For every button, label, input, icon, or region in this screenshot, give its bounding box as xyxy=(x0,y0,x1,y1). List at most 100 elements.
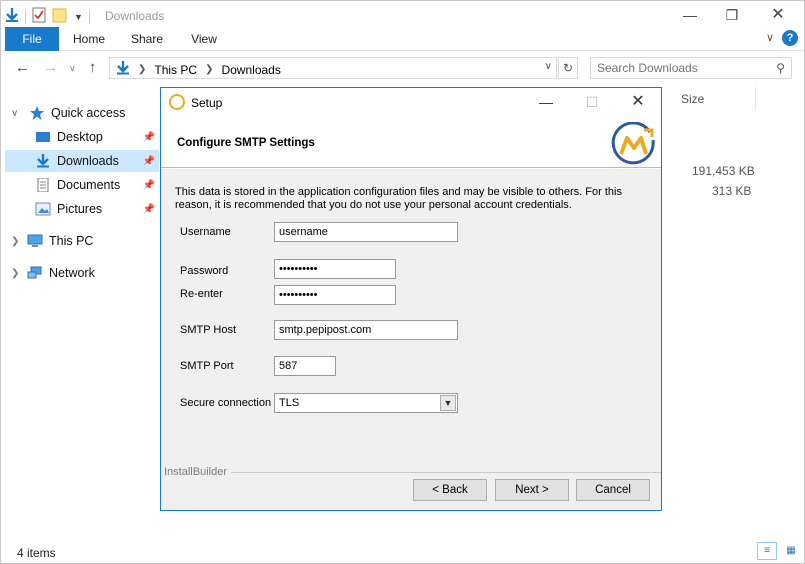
forward-arrow-icon[interactable]: → xyxy=(43,59,58,76)
address-bar[interactable]: ❯ This PC ❯ Downloads ∨ xyxy=(109,57,557,79)
secure-connection-label: Secure connection xyxy=(180,397,272,409)
sidebar-item-label: Quick access xyxy=(51,106,126,120)
details-view-icon[interactable]: ≡ xyxy=(757,542,777,560)
view-toggle: ≡ ▦ xyxy=(757,542,801,560)
search-icon[interactable]: ⚲ xyxy=(776,61,785,75)
help-icon[interactable]: ? xyxy=(782,30,798,46)
sidebar-item-network[interactable]: Network xyxy=(27,262,157,284)
mautic-logo-icon xyxy=(610,121,658,168)
breadcrumb-separator: ❯ xyxy=(138,64,147,75)
address-row: ← → ∨ ↑ ❯ This PC ❯ Downloads ∨ ↻ ⚲ xyxy=(1,53,804,83)
sidebar-item-pictures[interactable]: Pictures 📌 xyxy=(35,198,159,220)
app-logo-icon xyxy=(169,94,185,110)
customize-toolbar-icon[interactable]: ▼ xyxy=(74,12,83,22)
documents-icon xyxy=(35,177,51,193)
toolbar-divider xyxy=(25,9,26,24)
breadcrumb-this-pc[interactable]: This PC xyxy=(154,63,197,77)
star-icon xyxy=(29,106,45,120)
tab-view[interactable]: View xyxy=(181,27,227,51)
pin-icon[interactable]: 📌 xyxy=(143,204,155,215)
username-label: Username xyxy=(180,226,231,238)
sidebar-item-label: Downloads xyxy=(57,154,119,168)
sidebar-item-label: Network xyxy=(49,266,95,280)
tab-file[interactable]: File xyxy=(5,27,59,51)
minimize-button[interactable]: — xyxy=(675,5,705,25)
pictures-icon xyxy=(35,202,51,216)
explorer-titlebar: ▼ Downloads — ❐ ✕ xyxy=(1,1,804,29)
setup-dialog: Setup — ☐ ✕ Configure SMTP Settings This… xyxy=(160,87,662,511)
sidebar-item-this-pc[interactable]: This PC xyxy=(27,230,157,252)
footer-divider xyxy=(231,472,661,473)
dialog-body: This data is stored in the application c… xyxy=(161,169,661,510)
sidebar-item-downloads[interactable]: Downloads 📌 xyxy=(5,150,159,172)
smtp-host-label: SMTP Host xyxy=(180,324,237,336)
new-folder-icon[interactable] xyxy=(52,7,68,26)
file-size-value: 313 KB xyxy=(712,184,752,198)
column-divider[interactable] xyxy=(755,87,756,109)
column-header-size[interactable]: Size xyxy=(681,92,704,106)
tab-share[interactable]: Share xyxy=(123,27,171,51)
chevron-down-icon[interactable]: ▼ xyxy=(440,395,456,411)
smtp-host-field[interactable] xyxy=(274,320,458,340)
downloads-location-icon xyxy=(116,61,130,78)
sidebar-item-documents[interactable]: Documents 📌 xyxy=(35,174,159,196)
pin-icon[interactable]: 📌 xyxy=(143,180,155,191)
dialog-minimize-button[interactable]: — xyxy=(531,92,561,112)
page-title: Configure SMTP Settings xyxy=(177,137,315,149)
pin-icon[interactable]: 📌 xyxy=(143,156,155,167)
recent-locations-icon[interactable]: ∨ xyxy=(69,63,76,74)
toolbar-divider xyxy=(88,9,90,24)
up-arrow-icon[interactable]: ↑ xyxy=(89,59,97,76)
ribbon-tabs: File Home Share View ∨ ? xyxy=(1,27,804,51)
breadcrumb-separator: ❯ xyxy=(205,64,214,75)
search-box[interactable]: ⚲ xyxy=(590,57,792,79)
breadcrumb-downloads[interactable]: Downloads xyxy=(221,63,280,77)
privacy-notice: This data is stored in the application c… xyxy=(175,186,622,211)
username-field[interactable] xyxy=(274,222,458,242)
address-dropdown-icon[interactable]: ∨ xyxy=(545,61,552,72)
expand-chevron-icon[interactable]: ❯ xyxy=(11,236,19,247)
download-arrow-icon[interactable] xyxy=(5,7,19,26)
computer-icon xyxy=(27,234,43,248)
sidebar-item-label: Pictures xyxy=(57,202,103,216)
quick-access-toolbar: ▼ xyxy=(5,7,90,26)
next-button[interactable]: Next > xyxy=(495,479,569,501)
search-input[interactable] xyxy=(597,61,767,75)
installbuilder-brand: InstallBuilder xyxy=(164,466,227,478)
dialog-close-button[interactable]: ✕ xyxy=(623,92,653,112)
maximize-button[interactable]: ❐ xyxy=(717,5,747,25)
dialog-title: Setup xyxy=(191,96,223,110)
smtp-port-label: SMTP Port xyxy=(180,360,234,372)
dialog-header: Configure SMTP Settings xyxy=(161,116,661,168)
dialog-titlebar: Setup — ☐ ✕ xyxy=(161,88,661,116)
refresh-icon[interactable]: ↻ xyxy=(558,57,578,79)
desktop-icon xyxy=(35,130,51,144)
sidebar-item-desktop[interactable]: Desktop 📌 xyxy=(35,126,159,148)
sidebar-item-label: Desktop xyxy=(57,130,103,144)
sidebar-item-quick-access[interactable]: Quick access xyxy=(29,102,159,124)
downloads-icon xyxy=(35,154,51,168)
back-button[interactable]: < Back xyxy=(413,479,487,501)
reenter-label: Re-enter xyxy=(180,288,223,300)
back-arrow-icon[interactable]: ← xyxy=(15,59,30,76)
password-field[interactable] xyxy=(274,259,396,279)
window-title: Downloads xyxy=(105,9,165,23)
sidebar-item-label: This PC xyxy=(49,234,94,248)
network-icon xyxy=(27,266,43,280)
smtp-port-field[interactable] xyxy=(274,356,336,376)
tab-home[interactable]: Home xyxy=(65,27,113,51)
cancel-button[interactable]: Cancel xyxy=(576,479,650,501)
expand-ribbon-icon[interactable]: ∨ xyxy=(766,31,774,44)
collapse-chevron-icon[interactable]: ∨ xyxy=(11,108,18,119)
large-icons-view-icon[interactable]: ▦ xyxy=(781,542,801,560)
status-item-count: 4 items xyxy=(17,546,56,560)
pin-icon[interactable]: 📌 xyxy=(143,132,155,143)
expand-chevron-icon[interactable]: ❯ xyxy=(11,268,19,279)
breadcrumb: ❯ This PC ❯ Downloads xyxy=(116,61,281,78)
file-size-value: 191,453 KB xyxy=(692,164,755,178)
properties-icon[interactable] xyxy=(32,7,46,26)
close-button[interactable]: ✕ xyxy=(763,5,793,25)
secure-connection-select[interactable]: TLS ▼ xyxy=(274,393,458,413)
reenter-password-field[interactable] xyxy=(274,285,396,305)
dialog-maximize-button[interactable]: ☐ xyxy=(577,92,607,112)
